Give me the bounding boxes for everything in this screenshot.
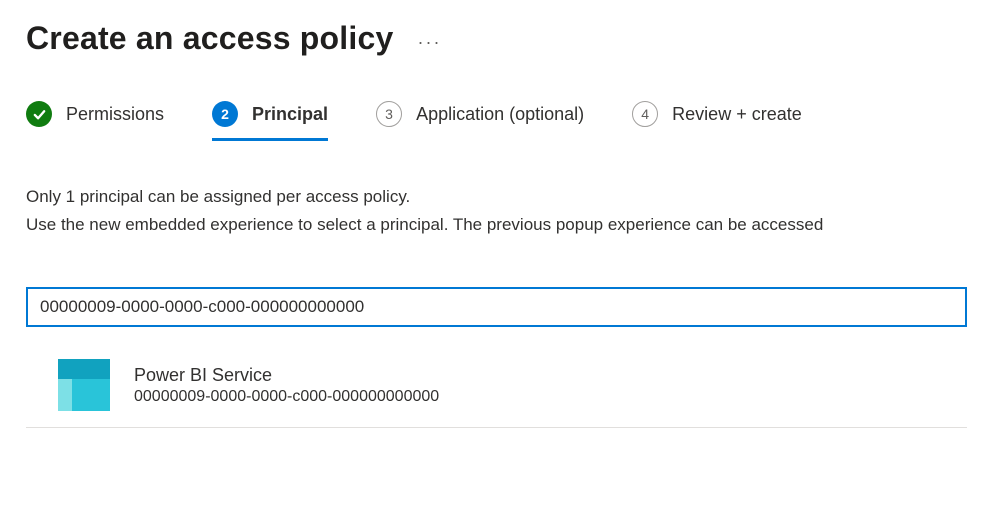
wizard-tabs: Permissions 2 Principal 3 Application (o… (26, 101, 967, 139)
info-line: Only 1 principal can be assigned per acc… (26, 183, 967, 211)
check-icon (26, 101, 52, 127)
info-text: Only 1 principal can be assigned per acc… (26, 183, 967, 239)
tab-review-create[interactable]: 4 Review + create (632, 101, 802, 139)
search-results: Power BI Service 00000009-0000-0000-c000… (26, 355, 967, 428)
principal-search-input[interactable] (26, 287, 967, 327)
tab-label: Permissions (66, 104, 164, 125)
tab-label: Principal (252, 104, 328, 125)
tab-label: Application (optional) (416, 104, 584, 125)
result-title: Power BI Service (134, 365, 959, 386)
tab-principal[interactable]: 2 Principal (212, 101, 328, 139)
step-number-icon: 2 (212, 101, 238, 127)
page-title: Create an access policy (26, 20, 393, 57)
step-number-icon: 4 (632, 101, 658, 127)
search-result-item[interactable]: Power BI Service 00000009-0000-0000-c000… (26, 355, 967, 428)
powerbi-app-icon (58, 359, 110, 411)
info-line: Use the new embedded experience to selec… (26, 211, 967, 239)
more-actions-button[interactable]: ··· (417, 24, 441, 53)
step-number-icon: 3 (376, 101, 402, 127)
tab-application[interactable]: 3 Application (optional) (376, 101, 584, 139)
result-id: 00000009-0000-0000-c000-000000000000 (134, 388, 959, 406)
tab-permissions[interactable]: Permissions (26, 101, 164, 139)
tab-label: Review + create (672, 104, 802, 125)
